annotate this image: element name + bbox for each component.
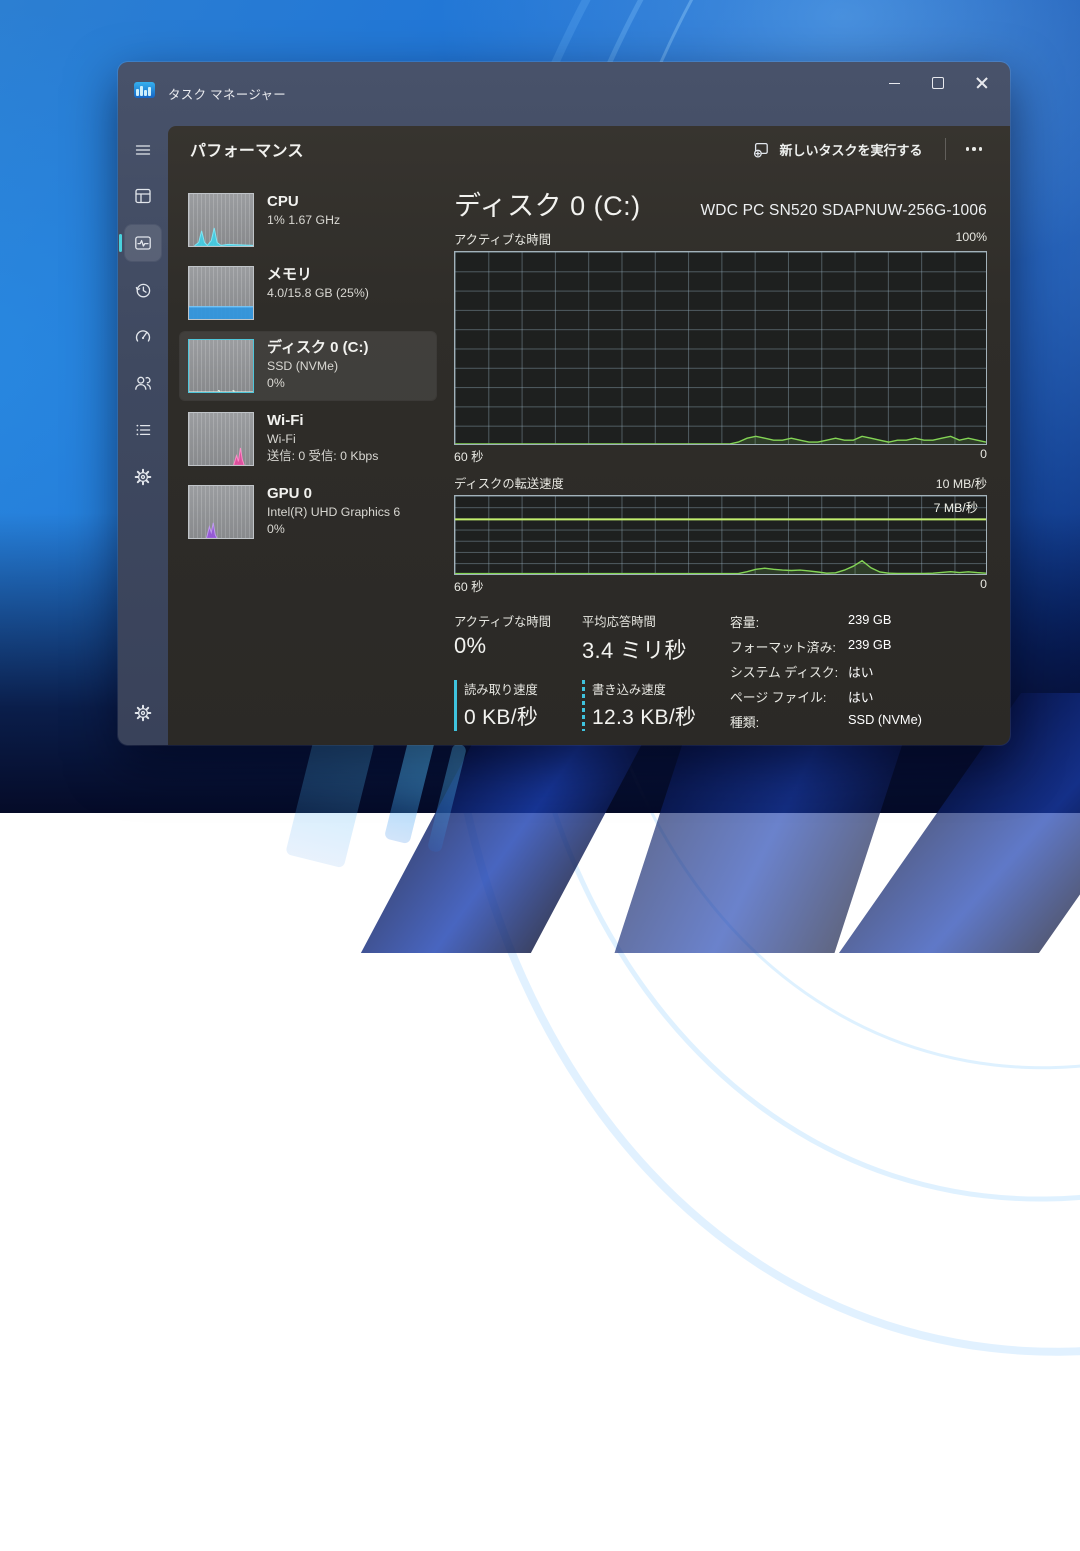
chart2-ymax: 10 MB/秒 xyxy=(936,474,987,492)
task-manager-window: タスク マネージャー xyxy=(118,62,1010,745)
list-item-disk0[interactable]: ディスク 0 (C:) SSD (NVMe) 0% xyxy=(180,332,436,400)
task-manager-app-icon xyxy=(134,82,155,98)
performance-list: CPU 1% 1.67 GHz メモリ 4.0/15.8 GB (25%) xyxy=(180,186,436,546)
gpu-mini-graph-line xyxy=(189,486,253,538)
selection-accent xyxy=(119,234,122,252)
cpu-mini-graph-line xyxy=(189,194,253,246)
stat-active-time: アクティブな時間 0% xyxy=(454,612,568,665)
sidebar-item-processes[interactable] xyxy=(125,178,161,214)
list-item-wifi[interactable]: Wi-Fi Wi-Fi 送信: 0 受信: 0 Kbps xyxy=(180,405,436,473)
header-divider xyxy=(945,138,946,160)
disk-detail-panel: ディスク 0 (C:) WDC PC SN520 SDAPNUW-256G-10… xyxy=(454,184,987,731)
menu-button[interactable] xyxy=(125,132,161,168)
chart1-x-right: 0 xyxy=(980,447,987,465)
close-button[interactable] xyxy=(960,66,1004,100)
chart2-label: ディスクの転送速度 xyxy=(454,474,564,492)
active-time-chart xyxy=(454,251,987,445)
sidebar-item-services[interactable] xyxy=(125,459,161,495)
sidebar-item-details[interactable] xyxy=(125,412,161,448)
list-item-memory[interactable]: メモリ 4.0/15.8 GB (25%) xyxy=(180,259,436,327)
wifi-mini-graph xyxy=(188,412,254,466)
sidebar-item-users[interactable] xyxy=(125,365,161,401)
sidebar-item-startup-apps[interactable] xyxy=(125,318,161,354)
close-icon xyxy=(976,77,988,89)
transfer-rate-chart: 7 MB/秒 xyxy=(454,495,987,575)
sidebar-item-performance[interactable] xyxy=(125,225,161,261)
marker-line-label: 7 MB/秒 xyxy=(934,498,978,516)
active-time-chart-series xyxy=(455,252,986,444)
users-icon xyxy=(134,374,152,392)
list-item-gpu0[interactable]: GPU 0 Intel(R) UHD Graphics 6 0% xyxy=(180,478,436,546)
navigation-rail xyxy=(118,126,168,745)
stat-read-speed: 読み取り速度 0 KB/秒 xyxy=(454,680,568,731)
run-new-task-label: 新しいタスクを実行する xyxy=(779,140,922,159)
run-new-task-button[interactable]: 新しいタスクを実行する xyxy=(745,135,930,164)
titlebar[interactable]: タスク マネージャー xyxy=(118,62,1010,126)
cpu-mini-graph xyxy=(188,193,254,247)
stat-avg-response: 平均応答時間 3.4 ミリ秒 xyxy=(582,612,716,665)
disk-usage-stats: アクティブな時間 0% 平均応答時間 3.4 ミリ秒 読み取り速度 0 KB/秒 xyxy=(454,612,716,731)
maximize-icon xyxy=(932,77,944,89)
minimize-button[interactable] xyxy=(872,66,916,100)
processes-icon xyxy=(134,187,152,205)
disk-info-table: 容量:239 GB フォーマット済み:239 GB システム ディスク:はい ペ… xyxy=(730,612,922,731)
chart1-x-left: 60 秒 xyxy=(454,447,483,465)
read-speed-legend-bar xyxy=(454,680,457,731)
maximize-button[interactable] xyxy=(916,66,960,100)
settings-button[interactable] xyxy=(125,695,161,731)
gpu-mini-graph xyxy=(188,485,254,539)
startup-apps-icon xyxy=(134,327,152,345)
new-task-icon xyxy=(753,141,770,158)
minimize-icon xyxy=(889,83,900,84)
services-icon xyxy=(134,468,152,486)
disk-mini-graph-line xyxy=(189,340,253,392)
disk-title: ディスク 0 (C:) xyxy=(454,184,641,223)
chart2-x-left: 60 秒 xyxy=(454,577,483,595)
app-history-icon xyxy=(134,281,152,299)
content-panel: パフォーマンス 新しいタスクを実行する xyxy=(168,126,1010,745)
chart2-x-right: 0 xyxy=(980,577,987,595)
page-header: パフォーマンス 新しいタスクを実行する xyxy=(168,126,1010,172)
device-name: WDC PC SN520 SDAPNUW-256G-1006 xyxy=(700,202,987,220)
details-icon xyxy=(134,421,152,439)
wifi-mini-graph-line xyxy=(189,413,253,465)
window-title: タスク マネージャー xyxy=(168,84,286,103)
chart1-ymax: 100% xyxy=(956,230,987,248)
disk-mini-graph xyxy=(188,339,254,393)
memory-mini-graph xyxy=(188,266,254,320)
write-speed-legend-bar xyxy=(582,680,585,731)
transfer-rate-chart-series xyxy=(455,496,986,574)
gear-icon xyxy=(134,704,152,722)
stat-write-speed: 書き込み速度 12.3 KB/秒 xyxy=(582,680,716,731)
chart1-label: アクティブな時間 xyxy=(454,230,551,248)
hamburger-icon xyxy=(134,141,152,159)
list-item-cpu[interactable]: CPU 1% 1.67 GHz xyxy=(180,186,436,254)
more-options-button[interactable] xyxy=(960,141,989,157)
sidebar-item-app-history[interactable] xyxy=(125,272,161,308)
memory-mini-graph-area xyxy=(189,267,253,319)
performance-icon xyxy=(134,234,152,252)
page-title: パフォーマンス xyxy=(190,137,304,161)
